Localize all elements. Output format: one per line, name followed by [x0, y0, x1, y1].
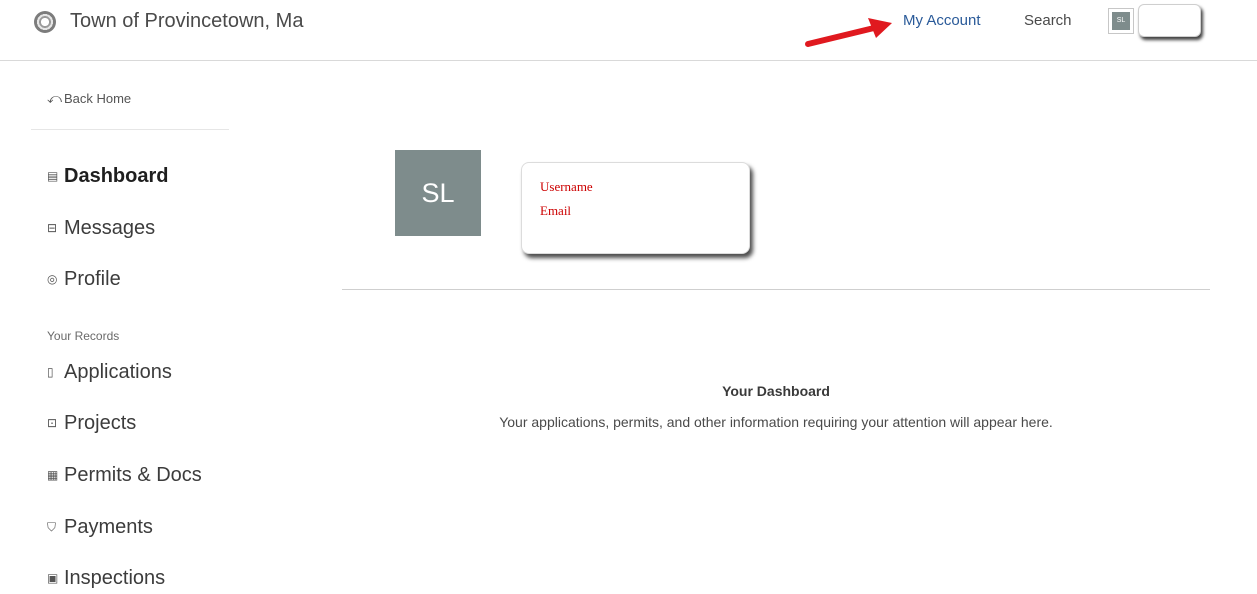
town-seal-icon[interactable]: [34, 11, 56, 33]
dashboard-icon: ▤: [47, 169, 59, 183]
user-info-card: Username Email: [521, 162, 750, 254]
sidebar-item-dashboard[interactable]: ▤ Dashboard: [47, 165, 168, 188]
sidebar-item-projects[interactable]: ⊡ Projects: [47, 412, 136, 435]
sidebar-item-profile[interactable]: ◎ Profile: [47, 268, 121, 291]
my-account-link[interactable]: My Account: [903, 12, 981, 29]
sidebar-item-label: Messages: [64, 217, 156, 239]
sidebar-item-label: Inspections: [64, 567, 166, 589]
sidebar-item-messages[interactable]: ⊟ Messages: [47, 217, 155, 240]
sidebar-item-label: Applications: [64, 361, 172, 383]
sidebar-divider: [31, 129, 229, 130]
user-circle-icon: ◎: [47, 272, 58, 286]
sidebar-item-applications[interactable]: ▯ Applications: [47, 361, 172, 384]
top-header: Town of Provincetown, Ma My Account Sear…: [0, 0, 1257, 61]
user-avatar: SL: [395, 150, 481, 236]
user-avatar-small[interactable]: SL: [1108, 8, 1134, 34]
cart-icon: ⛉: [47, 520, 57, 534]
search-link[interactable]: Search: [1024, 12, 1072, 29]
sidebar-item-label: Payments: [64, 516, 153, 538]
main-divider: [342, 289, 1210, 290]
clipboard-icon: ▣: [47, 571, 59, 585]
town-name[interactable]: Town of Provincetown, Ma: [70, 10, 303, 33]
dashboard-title: Your Dashboard: [722, 383, 830, 399]
sidebar-item-label: Dashboard: [64, 165, 169, 187]
username-label: Username: [540, 179, 593, 194]
sidebar-item-inspections[interactable]: ▣ Inspections: [47, 567, 165, 590]
certificate-icon: ▦: [47, 468, 59, 482]
your-records-heading: Your Records: [47, 329, 120, 343]
sidebar-item-label: Profile: [64, 268, 121, 290]
briefcase-icon: ⊡: [47, 416, 58, 430]
sidebar-item-label: Projects: [64, 412, 137, 434]
undo-arrow-icon: ⤺: [47, 90, 62, 106]
annotation-arrow-icon: [805, 18, 892, 47]
account-menu-box[interactable]: [1138, 4, 1201, 37]
dashboard-description: Your applications, permits, and other in…: [499, 414, 1053, 430]
email-label: Email: [540, 203, 572, 218]
sidebar-item-payments[interactable]: ⛉ Payments: [47, 516, 153, 539]
sidebar-item-label: Permits & Docs: [64, 464, 202, 486]
back-home-label: Back Home: [63, 91, 132, 106]
file-icon: ▯: [47, 365, 54, 379]
back-home-link[interactable]: ⤺ Back Home: [47, 90, 131, 107]
inbox-icon: ⊟: [47, 221, 58, 235]
sidebar-item-permits-docs[interactable]: ▦ Permits & Docs: [47, 464, 202, 487]
